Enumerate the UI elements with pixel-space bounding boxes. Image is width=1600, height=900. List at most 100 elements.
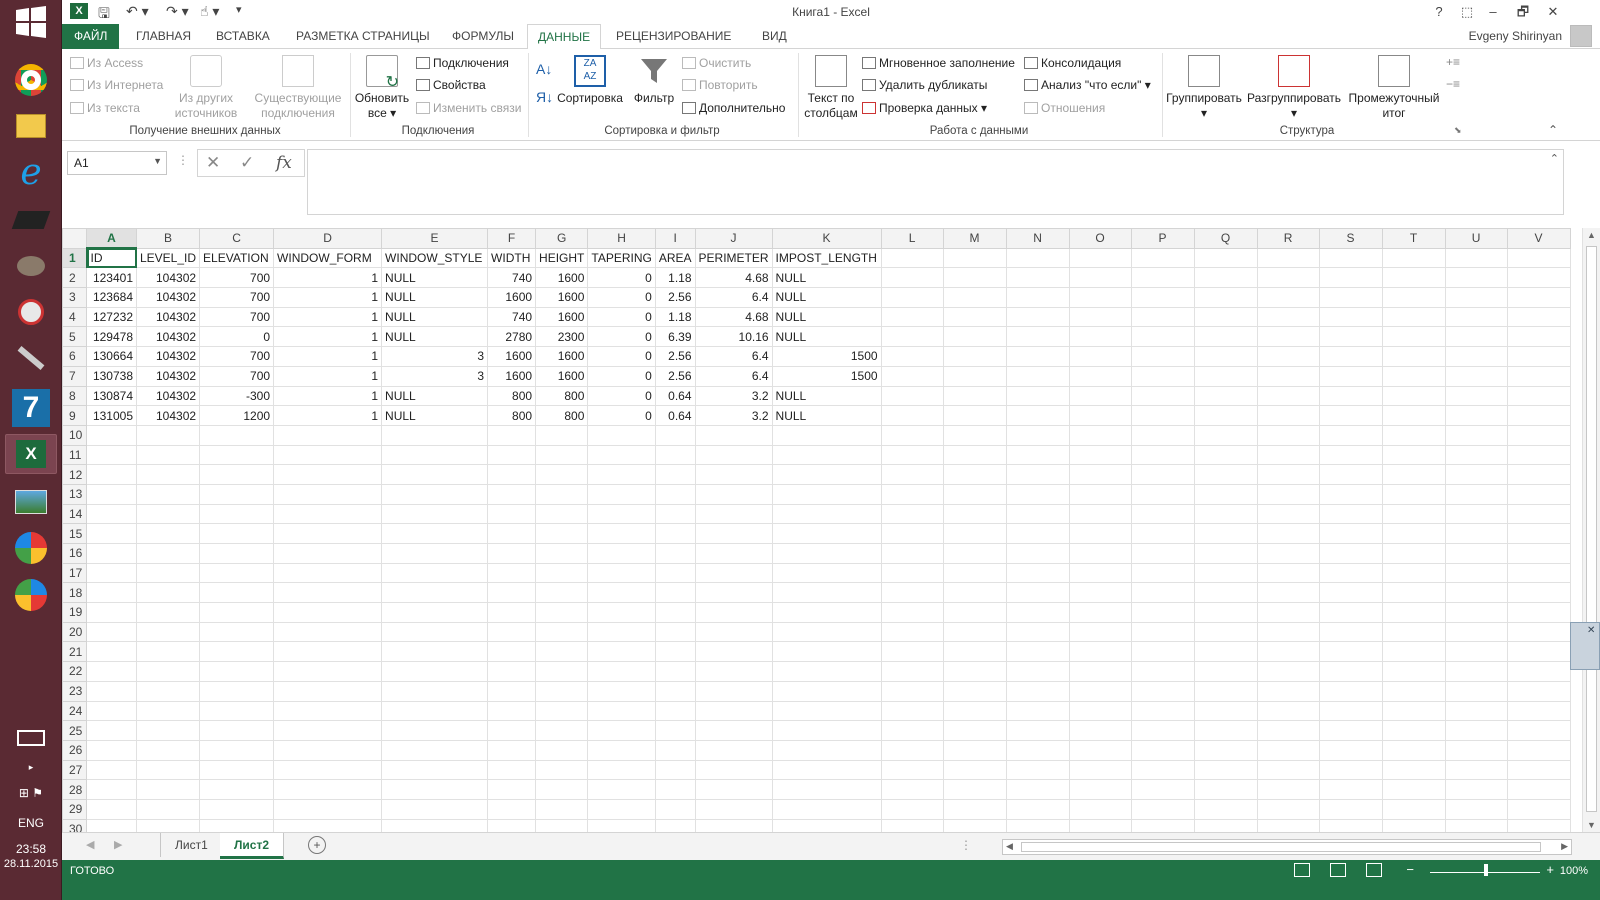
cell-n6[interactable] [1005, 346, 1070, 367]
row-header[interactable]: 8 [62, 385, 87, 407]
cell-k4[interactable]: NULL [771, 306, 882, 328]
zoom-out-icon[interactable]: − [1406, 862, 1414, 877]
cell-l15[interactable] [880, 523, 944, 544]
row-header[interactable]: 28 [62, 779, 87, 800]
cell-l18[interactable] [880, 582, 944, 604]
cell-t25[interactable] [1381, 720, 1446, 741]
cell-a25[interactable] [86, 720, 137, 741]
input-language[interactable]: ENG [0, 816, 62, 830]
cell-t5[interactable] [1381, 326, 1446, 348]
cell-l2[interactable] [880, 267, 944, 289]
cell-o3[interactable] [1068, 287, 1132, 308]
cell-o18[interactable] [1068, 582, 1132, 604]
cell-k27[interactable] [771, 759, 882, 781]
cell-b21[interactable] [135, 641, 201, 663]
cell-b19[interactable] [135, 602, 201, 623]
cell-r28[interactable] [1256, 779, 1320, 800]
cell-q2[interactable] [1193, 267, 1258, 289]
row-header[interactable]: 5 [62, 326, 87, 348]
cell-q21[interactable] [1193, 641, 1258, 663]
cell-m20[interactable] [942, 621, 1007, 643]
cell-r9[interactable] [1256, 405, 1320, 426]
cell-m1[interactable] [942, 247, 1007, 269]
cell-l25[interactable] [880, 720, 944, 741]
column-header-l[interactable]: L [880, 228, 944, 249]
side-panel-handle[interactable]: ✕ [1570, 622, 1600, 670]
from-web-button[interactable]: Из Интернета [70, 78, 163, 92]
cell-d28[interactable] [273, 779, 383, 800]
cell-f17[interactable] [487, 562, 537, 584]
cell-f15[interactable] [487, 523, 537, 544]
cell-s1[interactable] [1318, 247, 1383, 269]
cell-m28[interactable] [942, 779, 1007, 800]
cell-h3[interactable]: 0 [587, 287, 656, 308]
cell-t24[interactable] [1381, 700, 1446, 722]
cell-v18[interactable] [1506, 582, 1571, 604]
cell-h6[interactable]: 0 [587, 346, 656, 367]
cell-e11[interactable] [381, 444, 489, 466]
pen-tool-icon[interactable] [5, 338, 57, 378]
cell-v10[interactable] [1506, 424, 1571, 446]
cell-c10[interactable] [199, 424, 275, 446]
row-header[interactable]: 19 [62, 602, 87, 623]
cell-k14[interactable] [771, 503, 882, 525]
cell-b27[interactable] [135, 759, 201, 781]
cell-f6[interactable]: 1600 [487, 346, 537, 367]
cell-l4[interactable] [880, 306, 944, 328]
cell-p20[interactable] [1130, 621, 1195, 643]
excel-icon[interactable]: X [5, 434, 57, 474]
cell-g8[interactable]: 800 [535, 385, 589, 407]
cell-f13[interactable] [487, 483, 537, 505]
cell-t15[interactable] [1381, 523, 1446, 544]
data-validation-button[interactable]: Проверка данных ▾ [862, 101, 987, 115]
cell-o26[interactable] [1068, 739, 1132, 761]
cell-p13[interactable] [1130, 483, 1195, 505]
tab-insert[interactable]: ВСТАВКА [206, 24, 280, 49]
cell-m5[interactable] [942, 326, 1007, 348]
column-header-g[interactable]: G [535, 228, 589, 249]
cell-c17[interactable] [199, 562, 275, 584]
cell-s13[interactable] [1318, 483, 1383, 505]
cell-c18[interactable] [199, 582, 275, 604]
cell-p29[interactable] [1130, 798, 1195, 820]
cell-a15[interactable] [86, 523, 137, 544]
cell-v3[interactable] [1506, 287, 1571, 308]
cell-v7[interactable] [1506, 365, 1571, 387]
horizontal-scrollbar[interactable]: ◀ ▶ [1002, 839, 1572, 855]
cell-q23[interactable] [1193, 680, 1258, 702]
cell-l17[interactable] [880, 562, 944, 584]
cell-s11[interactable] [1318, 444, 1383, 466]
cell-m16[interactable] [942, 543, 1007, 564]
cell-t22[interactable] [1381, 661, 1446, 682]
cell-table[interactable]: ABCDEFGHIJKLMNOPQRSTUV 1 ID LEVEL_ID ELEVAT… [62, 228, 1571, 832]
cell-b2[interactable]: 104302 [135, 267, 201, 289]
cell-c25[interactable] [199, 720, 275, 741]
cell-e29[interactable] [381, 798, 489, 820]
cell-f7[interactable]: 1600 [487, 365, 537, 387]
cell-j26[interactable] [694, 739, 773, 761]
cell-k9[interactable]: NULL [771, 405, 882, 426]
cell-r27[interactable] [1256, 759, 1320, 781]
tray-expand-icon[interactable]: ▸ [0, 762, 62, 773]
cell-s9[interactable] [1318, 405, 1383, 426]
cell-o25[interactable] [1068, 720, 1132, 741]
cell-r25[interactable] [1256, 720, 1320, 741]
cell-j13[interactable] [694, 483, 773, 505]
cell-q7[interactable] [1193, 365, 1258, 387]
cell-s17[interactable] [1318, 562, 1383, 584]
cell-k3[interactable]: NULL [771, 287, 882, 308]
cell-p11[interactable] [1130, 444, 1195, 466]
cell-l9[interactable] [880, 405, 944, 426]
cell-b9[interactable]: 104302 [135, 405, 201, 426]
cell-u24[interactable] [1444, 700, 1508, 722]
cell-r8[interactable] [1256, 385, 1320, 407]
cell-f24[interactable] [487, 700, 537, 722]
row-header[interactable]: 11 [62, 444, 87, 466]
cell-i7[interactable]: 2.56 [654, 365, 696, 387]
cell-u12[interactable] [1444, 464, 1508, 485]
cell-i24[interactable] [654, 700, 696, 722]
cell-f26[interactable] [487, 739, 537, 761]
cell-b29[interactable] [135, 798, 201, 820]
cell-o14[interactable] [1068, 503, 1132, 525]
cell-b28[interactable] [135, 779, 201, 800]
